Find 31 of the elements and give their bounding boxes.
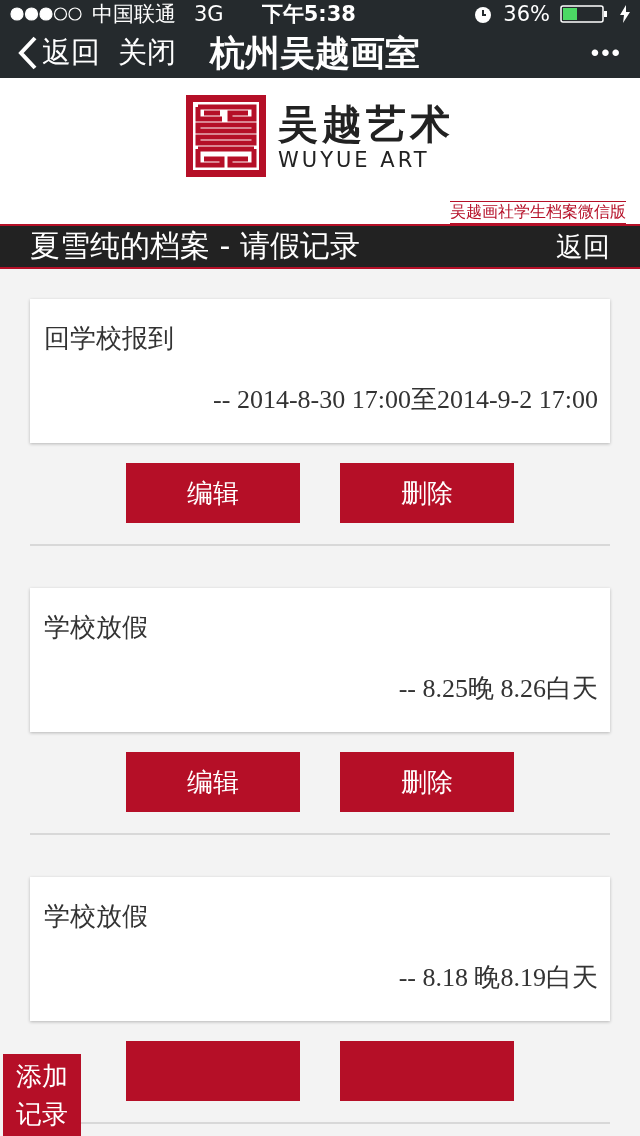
record-reason: 学校放假 bbox=[44, 611, 149, 644]
delete-button[interactable]: 删除 bbox=[340, 463, 514, 523]
logo-name: 吴越艺术 bbox=[278, 100, 454, 148]
edit-button[interactable]: 编辑 bbox=[126, 752, 300, 812]
record-period: -- 8.25晚 8.26白天 bbox=[398, 673, 598, 705]
record-period: -- 2014-8-30 17:00至2014-9-2 17:00 bbox=[213, 384, 598, 416]
more-button[interactable]: ••• bbox=[590, 39, 622, 67]
battery-percent: 36% bbox=[503, 2, 550, 26]
action-button[interactable] bbox=[126, 1041, 300, 1101]
logo-icon bbox=[186, 95, 266, 177]
alarm-icon bbox=[473, 4, 494, 24]
back-link[interactable]: 返回 bbox=[18, 33, 100, 73]
carrier: 中国联通 bbox=[92, 1, 176, 28]
close-link[interactable]: 关闭 bbox=[118, 33, 176, 73]
back-link[interactable]: 返回 bbox=[556, 228, 610, 265]
network-type: 3G bbox=[194, 2, 224, 26]
section-title: 夏雪纯的档案 - 请假记录 bbox=[30, 227, 360, 265]
signal-icon bbox=[10, 7, 82, 21]
record-period: -- 8.18 晚8.19白天 bbox=[398, 962, 598, 994]
page-title: 杭州吴越画室 bbox=[210, 31, 420, 75]
delete-button[interactable]: 删除 bbox=[340, 752, 514, 812]
action-button[interactable] bbox=[340, 1041, 514, 1101]
add-record-button[interactable]: 添加 记录 bbox=[3, 1054, 81, 1136]
record-reason: 回学校报到 bbox=[44, 322, 175, 355]
edit-button[interactable]: 编辑 bbox=[126, 463, 300, 523]
record-reason: 学校放假 bbox=[44, 900, 149, 933]
charging-icon bbox=[620, 5, 630, 23]
battery-icon bbox=[560, 4, 610, 24]
logo-latin: WUYUE ART bbox=[278, 148, 431, 172]
clock: 下午5:38 bbox=[261, 1, 356, 28]
chevron-left-icon bbox=[18, 36, 38, 70]
